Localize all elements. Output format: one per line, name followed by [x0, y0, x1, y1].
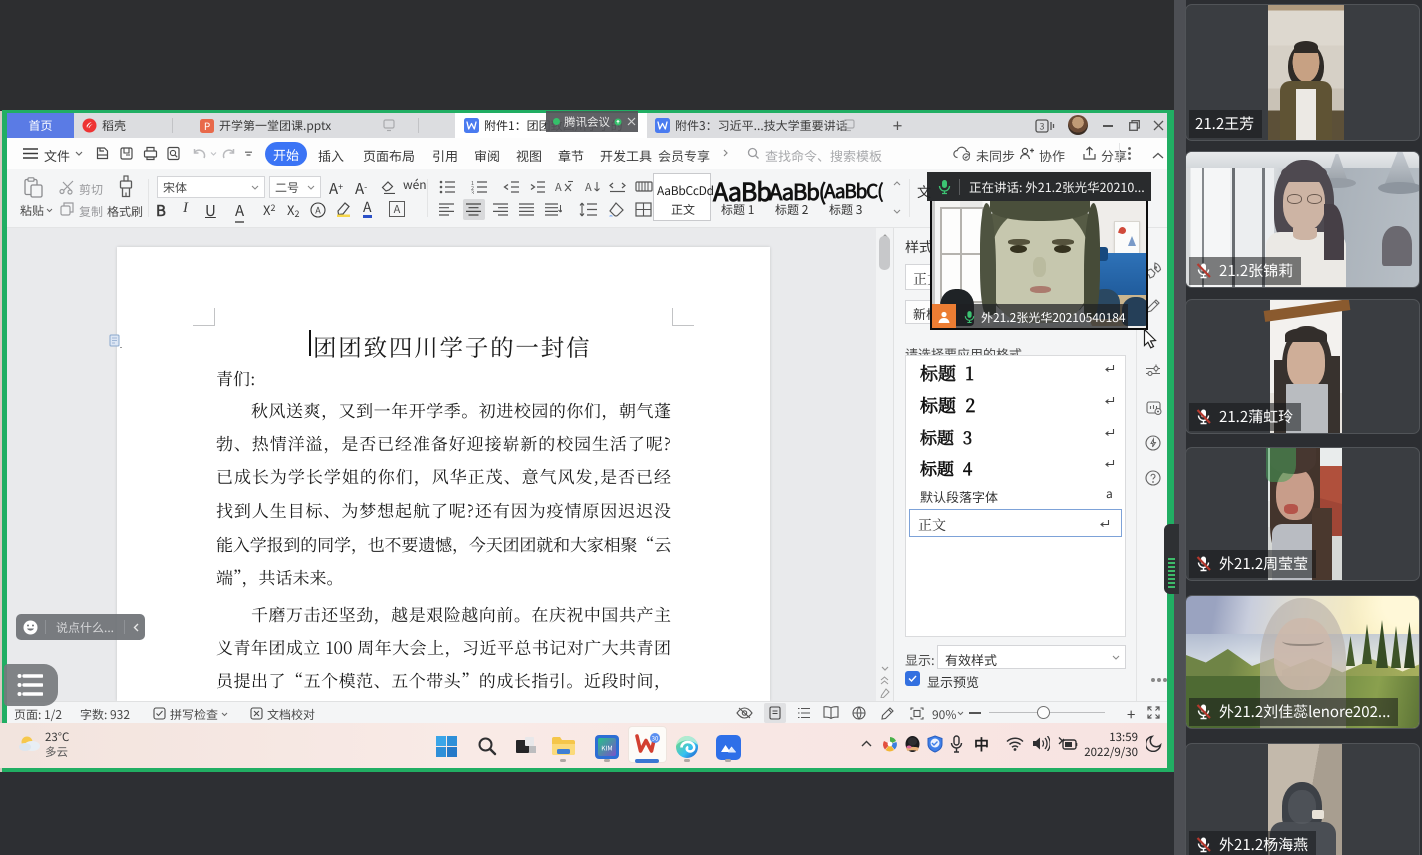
svg-text:3: 3 [471, 189, 474, 195]
svg-text:30: 30 [652, 733, 659, 742]
svg-text:A: A [555, 180, 562, 194]
svg-text:A: A [315, 204, 321, 217]
svg-text:P: P [204, 119, 210, 133]
svg-text:3: 3 [1040, 120, 1045, 133]
svg-text:A: A [585, 180, 592, 194]
svg-text:KIM: KIM [601, 743, 612, 753]
